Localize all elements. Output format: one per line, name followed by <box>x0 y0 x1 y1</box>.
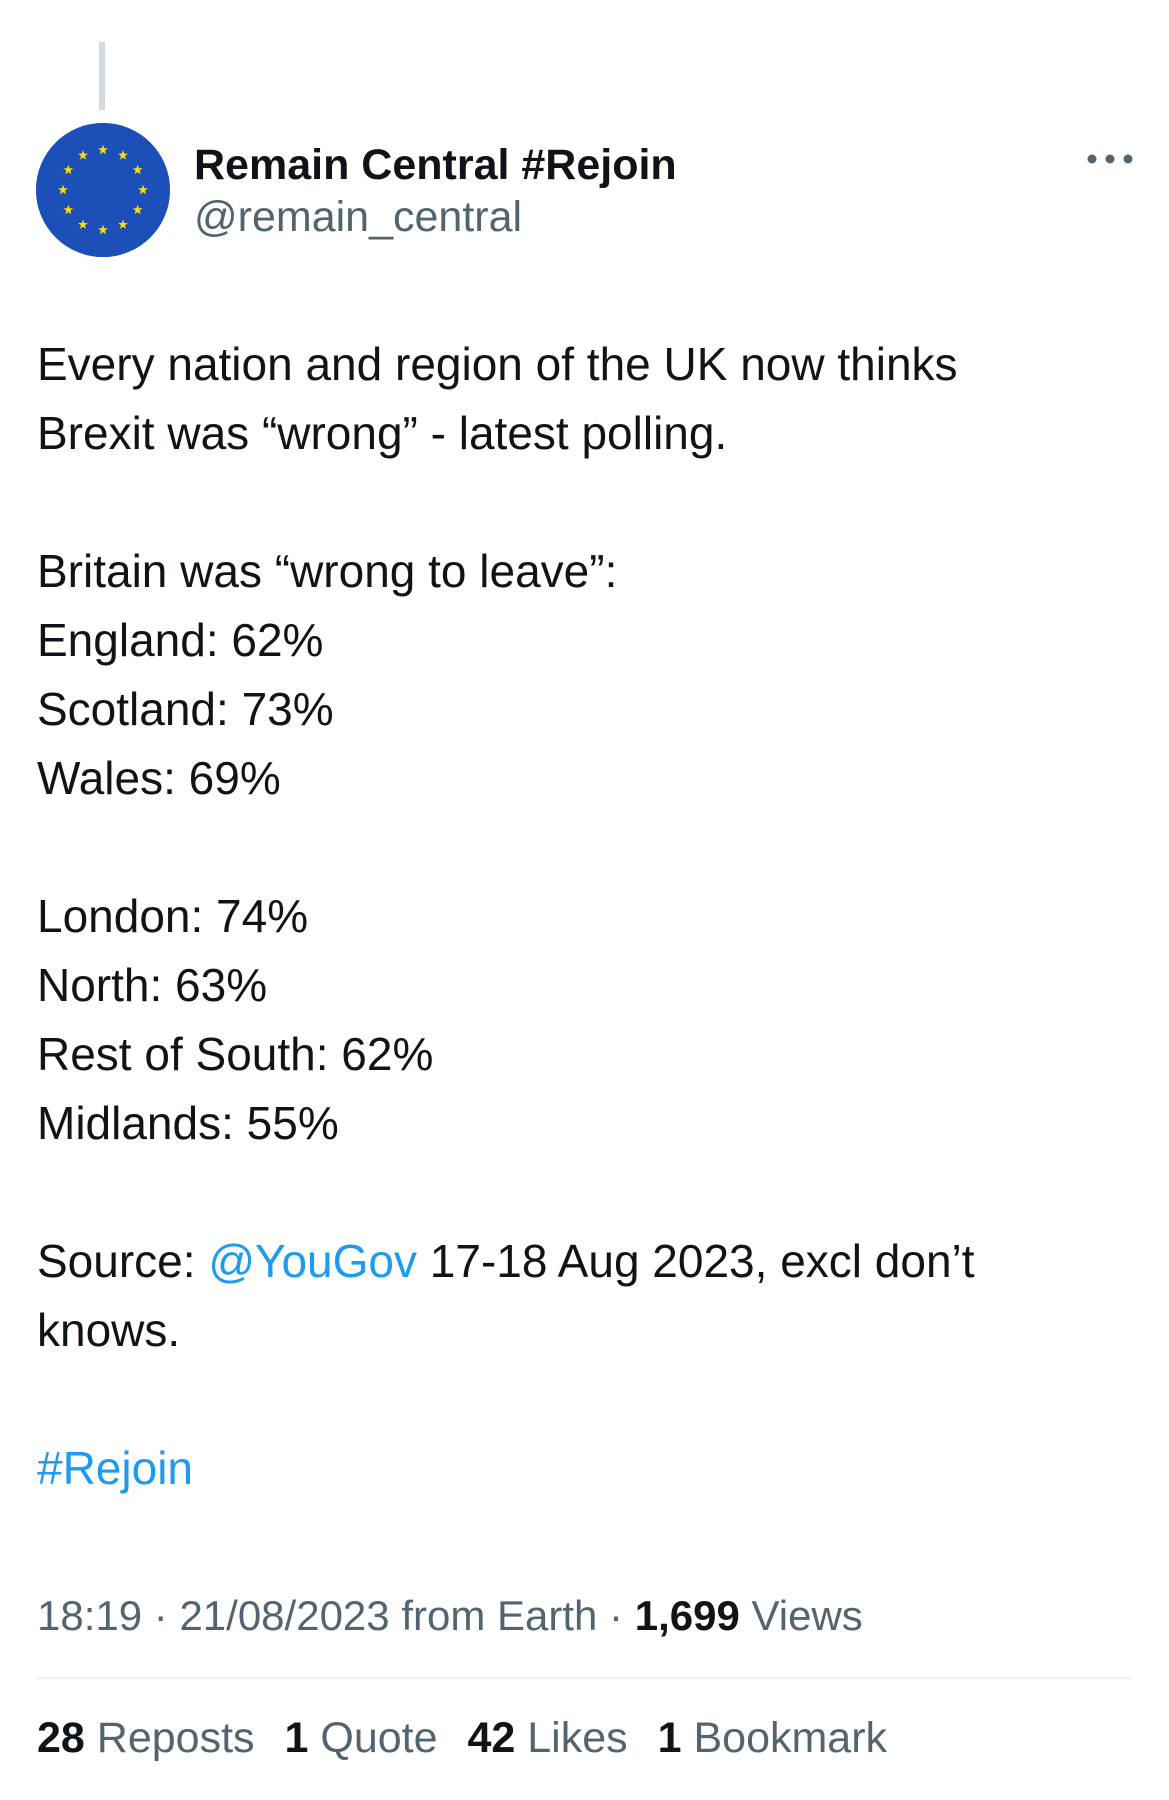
author-names: Remain Central #Rejoin @remain_central <box>194 139 677 243</box>
user-handle[interactable]: @remain_central <box>194 191 677 243</box>
tweet-intro-line-1: Every nation and region of the UK now th… <box>37 338 958 390</box>
source-line: Source: @YouGov 17-18 Aug 2023, excl don… <box>37 1227 1137 1296</box>
views-count: 1,699 <box>634 1592 740 1639</box>
hashtag-line: #Rejoin <box>37 1434 1137 1503</box>
bookmarks-stat[interactable]: 1 Bookmark <box>658 1712 887 1764</box>
poll-result-north: North: 63% <box>37 959 268 1011</box>
reposts-stat[interactable]: 28 Reposts <box>37 1712 255 1764</box>
mention-link-yougov[interactable]: @YouGov <box>208 1235 417 1287</box>
bookmarks-label: Bookmark <box>681 1714 888 1762</box>
thread-connector-line <box>99 42 105 110</box>
reposts-label: Reposts <box>84 1714 255 1762</box>
poll-result-england: England: 62% <box>37 614 324 666</box>
tweet-metadata: 18:19 · 21/08/2023 from Earth · 1,699 Vi… <box>37 1590 863 1642</box>
quotes-label: Quote <box>308 1714 438 1762</box>
poll-heading: Britain was “wrong to leave”: <box>37 545 618 597</box>
poll-result-midlands: Midlands: 55% <box>37 1097 339 1149</box>
likes-stat[interactable]: 42 Likes <box>467 1712 627 1764</box>
views-label: Views <box>739 1592 863 1639</box>
bookmarks-count: 1 <box>657 1714 682 1762</box>
eu-flag-icon <box>36 123 170 257</box>
poll-result-london: London: 74% <box>37 890 309 942</box>
display-name[interactable]: Remain Central #Rejoin <box>194 139 677 191</box>
quotes-count: 1 <box>284 1714 309 1762</box>
hashtag-link-rejoin[interactable]: #Rejoin <box>37 1442 193 1494</box>
reposts-count: 28 <box>37 1714 85 1762</box>
poll-result-scotland: Scotland: 73% <box>37 683 334 735</box>
source-prefix: Source: <box>37 1235 209 1287</box>
quotes-stat[interactable]: 1 Quote <box>285 1712 438 1764</box>
likes-label: Likes <box>515 1714 628 1762</box>
source-line-2: knows. <box>37 1304 181 1356</box>
engagement-stats: 28 Reposts 1 Quote 42 Likes 1 Bookmark <box>37 1712 905 1764</box>
tweet-header: Remain Central #Rejoin @remain_central <box>36 123 1136 258</box>
source-suffix: 17-18 Aug 2023, excl don’t <box>417 1235 975 1287</box>
tweet-date[interactable]: 21/08/2023 <box>179 1592 389 1639</box>
meta-separator: · <box>142 1592 180 1639</box>
divider <box>37 1677 1132 1679</box>
tweet-text: Every nation and region of the UK now th… <box>37 330 1137 1503</box>
poll-result-wales: Wales: 69% <box>37 752 281 804</box>
tweet-client: from Earth <box>389 1592 598 1639</box>
likes-count: 42 <box>467 1714 516 1762</box>
meta-separator: · <box>597 1592 635 1639</box>
avatar[interactable] <box>36 123 170 257</box>
tweet-intro-line-2: Brexit was “wrong” - latest polling. <box>37 407 728 459</box>
poll-result-rest-of-south: Rest of South: 62% <box>37 1028 434 1080</box>
tweet-time[interactable]: 18:19 <box>37 1592 142 1639</box>
more-options-icon[interactable] <box>1084 145 1136 173</box>
